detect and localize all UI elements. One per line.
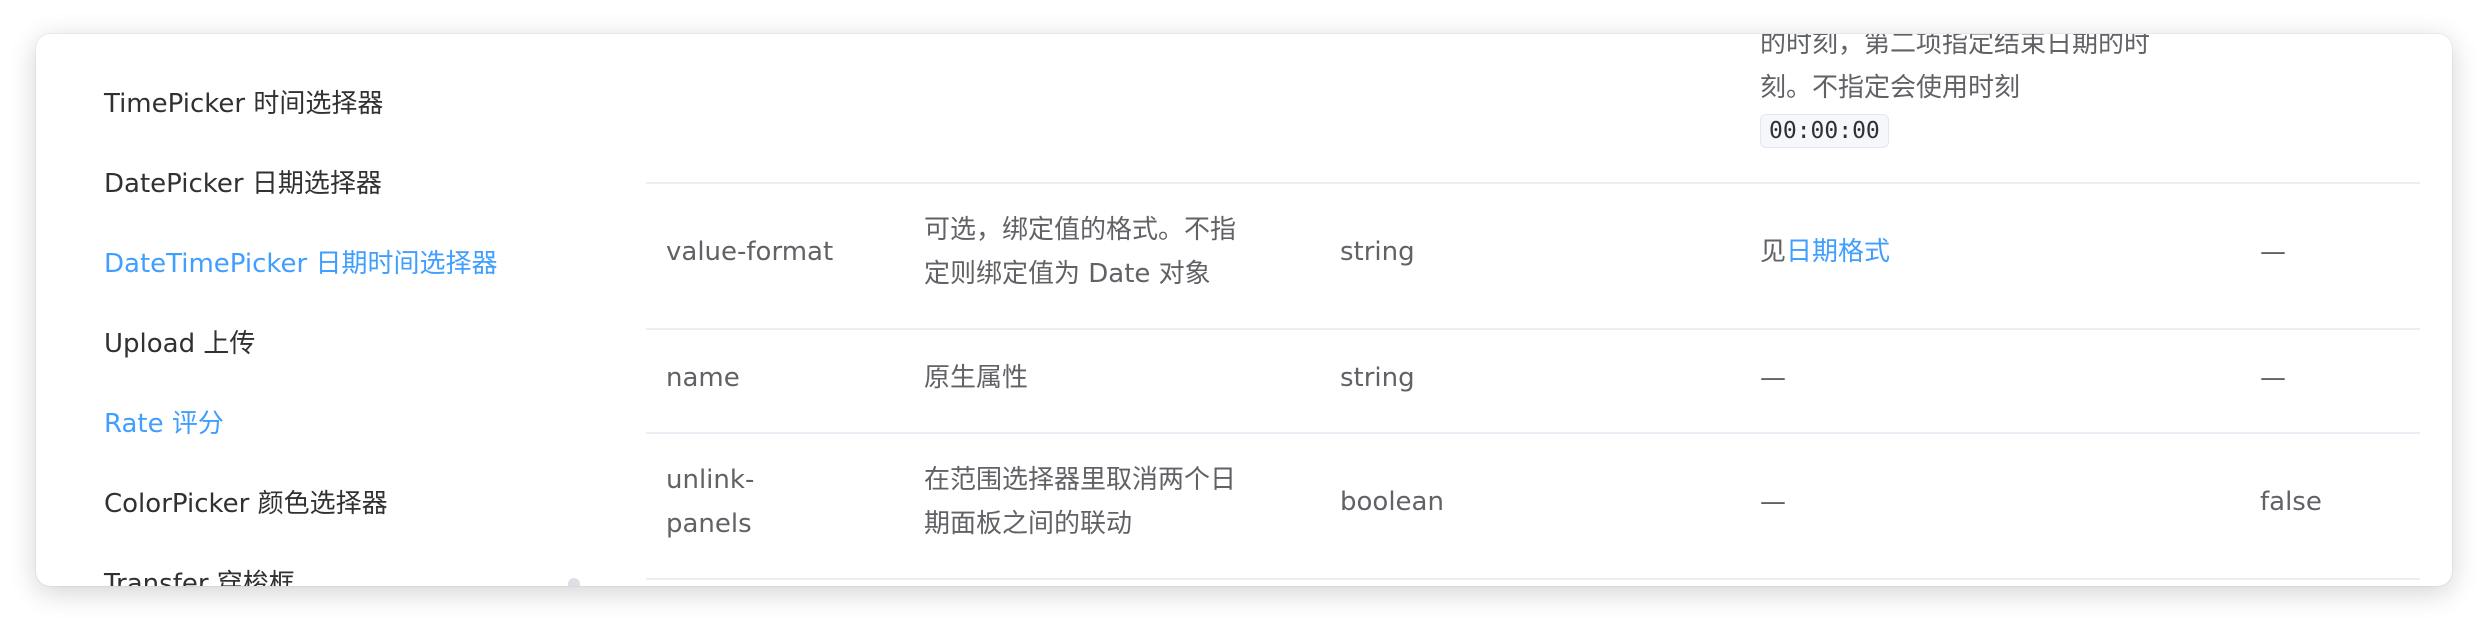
table-cell-description-line: 的时刻，第二项指定结束日期的时	[1760, 34, 2151, 59]
sidebar-item-rate[interactable]: Rate 评分	[104, 406, 224, 442]
param-description: 原生属性	[924, 363, 1029, 393]
param-default: —	[2260, 237, 2286, 267]
param-type: string	[1340, 237, 1415, 267]
param-name: name	[666, 363, 740, 393]
param-name: value-format	[666, 237, 834, 267]
param-description-line: 在范围选择器里取消两个日	[924, 465, 1237, 495]
sidebar-item-datepicker[interactable]: DatePicker 日期选择器	[104, 166, 382, 202]
row-divider	[646, 328, 2420, 330]
param-default: —	[2260, 363, 2286, 393]
sidebar-nav: — — TimePicker 时间选择器 DatePicker 日期选择器 Da…	[36, 34, 606, 586]
sidebar-item-transfer[interactable]: Transfer 穿梭框	[104, 566, 295, 586]
sidebar-item-partial[interactable]: — —	[104, 34, 164, 50]
sidebar-scrollbar[interactable]	[568, 578, 580, 586]
sidebar-item-timepicker[interactable]: TimePicker 时间选择器	[104, 86, 383, 122]
param-description-line: 期面板之间的联动	[924, 509, 1133, 539]
param-options: —	[1760, 487, 1786, 517]
param-type: string	[1340, 363, 1415, 393]
param-default: false	[2260, 487, 2322, 517]
date-format-link[interactable]: 日期格式	[1786, 237, 1890, 267]
param-options: 见日期格式	[1760, 234, 1890, 271]
param-name-line: unlink-	[666, 465, 755, 495]
row-divider	[646, 578, 2420, 580]
sidebar-item-upload[interactable]: Upload 上传	[104, 326, 255, 362]
param-name-line: panels	[666, 509, 752, 539]
docs-window: — — TimePicker 时间选择器 DatePicker 日期选择器 Da…	[36, 34, 2452, 586]
table-cell-description-line: 刻。不指定会使用时刻	[1760, 73, 2021, 103]
param-type: boolean	[1340, 487, 1444, 517]
param-description-line: 可选，绑定值的格式。不指	[924, 215, 1237, 245]
sidebar-item-datetimepicker[interactable]: DateTimePicker 日期时间选择器	[104, 246, 497, 282]
code-snippet: 00:00:00	[1760, 114, 1889, 148]
row-divider	[646, 182, 2420, 184]
param-description-line: 定则绑定值为 Date 对象	[924, 259, 1211, 289]
param-options: —	[1760, 363, 1786, 393]
sidebar-item-colorpicker[interactable]: ColorPicker 颜色选择器	[104, 486, 388, 522]
options-prefix: 见	[1760, 237, 1787, 267]
row-divider	[646, 432, 2420, 434]
attributes-table: 的时刻，第二项指定结束日期的时 刻。不指定会使用时刻 00:00:00 valu…	[646, 34, 2420, 586]
